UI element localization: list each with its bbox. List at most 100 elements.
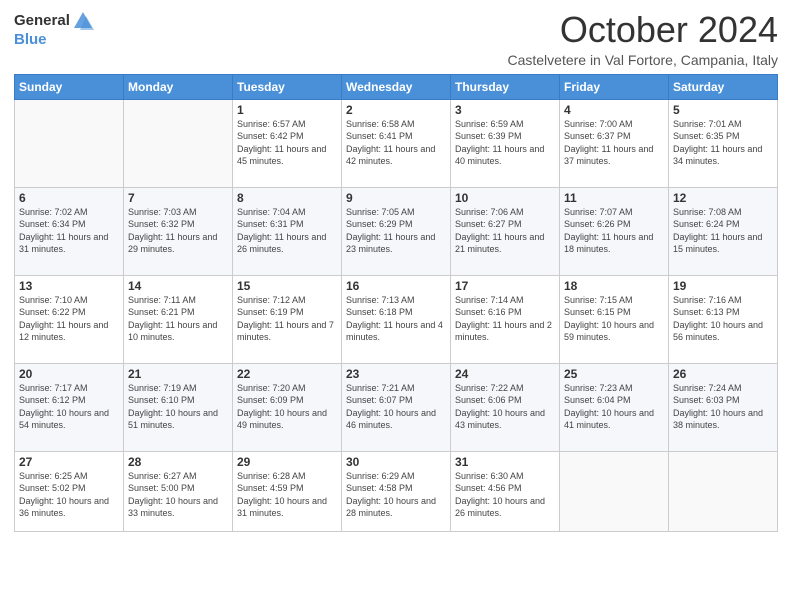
weekday-header: Monday	[124, 74, 233, 99]
calendar-cell: 10Sunrise: 7:06 AM Sunset: 6:27 PM Dayli…	[451, 187, 560, 275]
day-number: 11	[564, 191, 664, 205]
calendar-cell: 9Sunrise: 7:05 AM Sunset: 6:29 PM Daylig…	[342, 187, 451, 275]
calendar-week-row: 13Sunrise: 7:10 AM Sunset: 6:22 PM Dayli…	[15, 275, 778, 363]
header: General Blue October 2024 Castelvetere i…	[14, 10, 778, 68]
day-info: Sunrise: 6:25 AM Sunset: 5:02 PM Dayligh…	[19, 470, 119, 520]
weekday-header: Friday	[560, 74, 669, 99]
day-info: Sunrise: 7:22 AM Sunset: 6:06 PM Dayligh…	[455, 382, 555, 432]
day-number: 6	[19, 191, 119, 205]
logo: General Blue	[14, 10, 94, 49]
calendar-cell: 12Sunrise: 7:08 AM Sunset: 6:24 PM Dayli…	[669, 187, 778, 275]
day-info: Sunrise: 7:10 AM Sunset: 6:22 PM Dayligh…	[19, 294, 119, 344]
day-number: 30	[346, 455, 446, 469]
day-info: Sunrise: 6:30 AM Sunset: 4:56 PM Dayligh…	[455, 470, 555, 520]
day-info: Sunrise: 7:13 AM Sunset: 6:18 PM Dayligh…	[346, 294, 446, 344]
day-number: 18	[564, 279, 664, 293]
day-info: Sunrise: 7:19 AM Sunset: 6:10 PM Dayligh…	[128, 382, 228, 432]
calendar-cell: 3Sunrise: 6:59 AM Sunset: 6:39 PM Daylig…	[451, 99, 560, 187]
calendar-cell: 2Sunrise: 6:58 AM Sunset: 6:41 PM Daylig…	[342, 99, 451, 187]
day-info: Sunrise: 6:58 AM Sunset: 6:41 PM Dayligh…	[346, 118, 446, 168]
day-number: 29	[237, 455, 337, 469]
calendar-cell: 21Sunrise: 7:19 AM Sunset: 6:10 PM Dayli…	[124, 363, 233, 451]
calendar-cell: 5Sunrise: 7:01 AM Sunset: 6:35 PM Daylig…	[669, 99, 778, 187]
calendar-cell: 11Sunrise: 7:07 AM Sunset: 6:26 PM Dayli…	[560, 187, 669, 275]
calendar-cell: 17Sunrise: 7:14 AM Sunset: 6:16 PM Dayli…	[451, 275, 560, 363]
day-info: Sunrise: 7:03 AM Sunset: 6:32 PM Dayligh…	[128, 206, 228, 256]
calendar-cell: 27Sunrise: 6:25 AM Sunset: 5:02 PM Dayli…	[15, 451, 124, 531]
day-info: Sunrise: 7:05 AM Sunset: 6:29 PM Dayligh…	[346, 206, 446, 256]
day-info: Sunrise: 7:00 AM Sunset: 6:37 PM Dayligh…	[564, 118, 664, 168]
day-number: 12	[673, 191, 773, 205]
day-number: 21	[128, 367, 228, 381]
day-number: 4	[564, 103, 664, 117]
calendar-cell: 6Sunrise: 7:02 AM Sunset: 6:34 PM Daylig…	[15, 187, 124, 275]
day-info: Sunrise: 7:20 AM Sunset: 6:09 PM Dayligh…	[237, 382, 337, 432]
day-info: Sunrise: 7:07 AM Sunset: 6:26 PM Dayligh…	[564, 206, 664, 256]
day-number: 22	[237, 367, 337, 381]
calendar-cell: 29Sunrise: 6:28 AM Sunset: 4:59 PM Dayli…	[233, 451, 342, 531]
calendar-cell: 25Sunrise: 7:23 AM Sunset: 6:04 PM Dayli…	[560, 363, 669, 451]
day-number: 16	[346, 279, 446, 293]
calendar-week-row: 27Sunrise: 6:25 AM Sunset: 5:02 PM Dayli…	[15, 451, 778, 531]
day-info: Sunrise: 7:11 AM Sunset: 6:21 PM Dayligh…	[128, 294, 228, 344]
logo-blue: Blue	[14, 32, 47, 49]
day-info: Sunrise: 7:17 AM Sunset: 6:12 PM Dayligh…	[19, 382, 119, 432]
calendar-header-row: SundayMondayTuesdayWednesdayThursdayFrid…	[15, 74, 778, 99]
logo-general: General	[14, 13, 70, 30]
day-info: Sunrise: 7:23 AM Sunset: 6:04 PM Dayligh…	[564, 382, 664, 432]
day-info: Sunrise: 7:24 AM Sunset: 6:03 PM Dayligh…	[673, 382, 773, 432]
calendar-cell: 1Sunrise: 6:57 AM Sunset: 6:42 PM Daylig…	[233, 99, 342, 187]
calendar-cell: 16Sunrise: 7:13 AM Sunset: 6:18 PM Dayli…	[342, 275, 451, 363]
day-number: 10	[455, 191, 555, 205]
calendar-cell: 18Sunrise: 7:15 AM Sunset: 6:15 PM Dayli…	[560, 275, 669, 363]
day-info: Sunrise: 7:04 AM Sunset: 6:31 PM Dayligh…	[237, 206, 337, 256]
day-info: Sunrise: 6:28 AM Sunset: 4:59 PM Dayligh…	[237, 470, 337, 520]
day-info: Sunrise: 6:29 AM Sunset: 4:58 PM Dayligh…	[346, 470, 446, 520]
calendar-cell	[15, 99, 124, 187]
page: General Blue October 2024 Castelvetere i…	[0, 0, 792, 612]
day-number: 13	[19, 279, 119, 293]
day-number: 8	[237, 191, 337, 205]
day-number: 3	[455, 103, 555, 117]
day-info: Sunrise: 7:21 AM Sunset: 6:07 PM Dayligh…	[346, 382, 446, 432]
weekday-header: Thursday	[451, 74, 560, 99]
day-number: 7	[128, 191, 228, 205]
calendar-week-row: 20Sunrise: 7:17 AM Sunset: 6:12 PM Dayli…	[15, 363, 778, 451]
calendar-cell: 28Sunrise: 6:27 AM Sunset: 5:00 PM Dayli…	[124, 451, 233, 531]
day-number: 19	[673, 279, 773, 293]
day-info: Sunrise: 7:08 AM Sunset: 6:24 PM Dayligh…	[673, 206, 773, 256]
title-block: October 2024 Castelvetere in Val Fortore…	[507, 10, 778, 68]
day-number: 17	[455, 279, 555, 293]
logo-icon	[72, 10, 94, 32]
day-number: 31	[455, 455, 555, 469]
calendar-cell: 24Sunrise: 7:22 AM Sunset: 6:06 PM Dayli…	[451, 363, 560, 451]
calendar-week-row: 6Sunrise: 7:02 AM Sunset: 6:34 PM Daylig…	[15, 187, 778, 275]
day-number: 20	[19, 367, 119, 381]
calendar-cell: 26Sunrise: 7:24 AM Sunset: 6:03 PM Dayli…	[669, 363, 778, 451]
calendar-cell: 4Sunrise: 7:00 AM Sunset: 6:37 PM Daylig…	[560, 99, 669, 187]
calendar-cell: 20Sunrise: 7:17 AM Sunset: 6:12 PM Dayli…	[15, 363, 124, 451]
day-info: Sunrise: 7:01 AM Sunset: 6:35 PM Dayligh…	[673, 118, 773, 168]
calendar-table: SundayMondayTuesdayWednesdayThursdayFrid…	[14, 74, 778, 532]
calendar-cell: 30Sunrise: 6:29 AM Sunset: 4:58 PM Dayli…	[342, 451, 451, 531]
calendar-cell: 15Sunrise: 7:12 AM Sunset: 6:19 PM Dayli…	[233, 275, 342, 363]
day-info: Sunrise: 7:15 AM Sunset: 6:15 PM Dayligh…	[564, 294, 664, 344]
day-info: Sunrise: 6:57 AM Sunset: 6:42 PM Dayligh…	[237, 118, 337, 168]
day-info: Sunrise: 6:59 AM Sunset: 6:39 PM Dayligh…	[455, 118, 555, 168]
calendar-cell	[124, 99, 233, 187]
weekday-header: Wednesday	[342, 74, 451, 99]
day-number: 26	[673, 367, 773, 381]
calendar-cell	[669, 451, 778, 531]
calendar-cell: 22Sunrise: 7:20 AM Sunset: 6:09 PM Dayli…	[233, 363, 342, 451]
calendar-cell	[560, 451, 669, 531]
day-info: Sunrise: 7:14 AM Sunset: 6:16 PM Dayligh…	[455, 294, 555, 344]
calendar-week-row: 1Sunrise: 6:57 AM Sunset: 6:42 PM Daylig…	[15, 99, 778, 187]
weekday-header: Tuesday	[233, 74, 342, 99]
calendar-cell: 8Sunrise: 7:04 AM Sunset: 6:31 PM Daylig…	[233, 187, 342, 275]
day-number: 15	[237, 279, 337, 293]
month-title: October 2024	[507, 10, 778, 50]
calendar-cell: 7Sunrise: 7:03 AM Sunset: 6:32 PM Daylig…	[124, 187, 233, 275]
day-info: Sunrise: 7:16 AM Sunset: 6:13 PM Dayligh…	[673, 294, 773, 344]
weekday-header: Saturday	[669, 74, 778, 99]
day-info: Sunrise: 7:06 AM Sunset: 6:27 PM Dayligh…	[455, 206, 555, 256]
